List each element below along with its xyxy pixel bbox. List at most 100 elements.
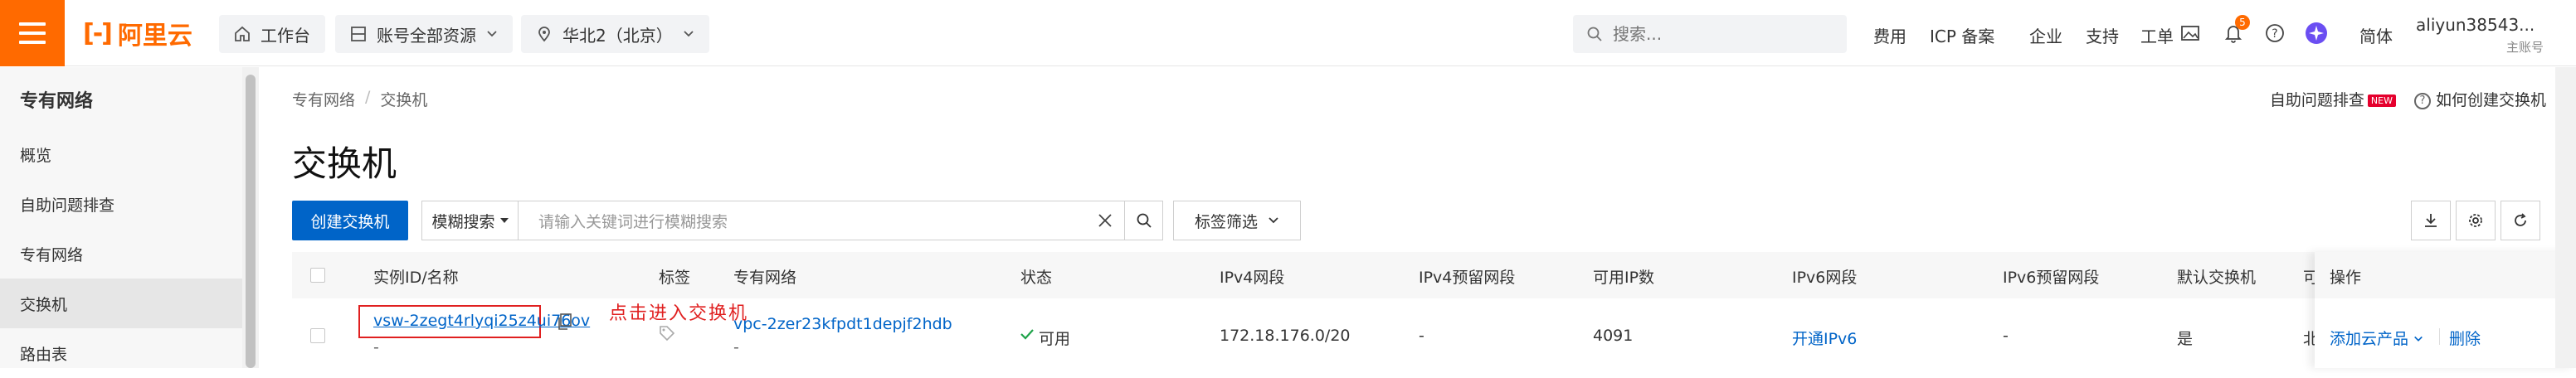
breadcrumb-vswitch: 交换机 [380,91,428,109]
tag-filter-label: 标签筛选 [1194,212,1258,231]
nav-enterprise[interactable]: 企业 [2029,23,2062,47]
aliyun-logo[interactable]: [-] 阿里云 [83,18,192,51]
operations-column: 操作 添加云产品 删除 [2315,252,2576,368]
vswitch-name: - [373,338,379,356]
clear-icon[interactable] [1086,201,1124,240]
troubleshoot-link-label: 自助问题排查 [2269,91,2364,109]
sidebar-title: 专有网络 [20,91,94,112]
svg-text:?: ? [2272,27,2277,41]
tag-filter-dropdown[interactable]: 标签筛选 [1173,201,1301,240]
home-icon [235,26,250,41]
menu-icon[interactable] [0,0,65,66]
nav-support[interactable]: 支持 [2086,23,2119,47]
search-filter-box: 模糊搜索 请输入关键词进行模糊搜索 [421,201,1163,240]
col-header-ipv4-reserved: IPv4预留网段 [1419,269,1516,287]
sidebar-scrollbar-thumb[interactable] [246,75,256,368]
sidebar-item-vswitch[interactable]: 交换机 [0,279,242,328]
user-account-menu[interactable]: aliyun38543... 主账号 [2416,15,2557,56]
annotation-text: 点击进入交换机 [609,303,749,324]
brand-name: 阿里云 [117,22,192,51]
col-header-tags: 标签 [659,269,691,287]
sidebar-item-route-table[interactable]: 路由表 [0,328,242,378]
col-header-ipv4: IPv4网段 [1220,269,1285,287]
new-badge: NEW [2367,94,2396,107]
available-ip-count: 4091 [1593,327,1634,345]
location-icon [538,27,550,42]
page-title: 交换机 [292,143,397,184]
bell-icon[interactable]: 5 [2220,15,2250,46]
delete-link[interactable]: 删除 [2439,327,2481,349]
search-input[interactable] [1613,24,1812,44]
col-header-ipv6-reserved: IPv6预留网段 [2003,269,2100,287]
how-to-create-link[interactable]: ? 如何创建交换机 [2413,88,2546,110]
user-role: 主账号 [2505,40,2544,55]
col-header-id-name: 实例ID/名称 [373,269,459,287]
workbench-button[interactable]: 工作台 [219,15,325,53]
status-text: 可用 [1039,330,1071,348]
sidebar-item-vpc[interactable]: 专有网络 [0,229,242,279]
sidebar-item-troubleshoot[interactable]: 自助问题排查 [0,179,242,229]
ipv6-reserved: - [2003,327,2009,345]
create-vswitch-button[interactable]: 创建交换机 [292,201,408,240]
col-header-default: 默认交换机 [2177,269,2257,287]
breadcrumb: 专有网络 / 交换机 [292,88,427,110]
settings-icon[interactable] [2456,201,2496,240]
help-icon[interactable]: ? [2262,20,2288,46]
enable-ipv6-link[interactable]: 开通IPv6 [1792,327,1857,349]
col-header-actions: 操作 [2330,269,2362,287]
select-all-checkbox[interactable] [310,268,325,283]
region-dropdown[interactable]: 华北2（北京） [521,15,709,53]
aliyun-logo-mark-icon: [-] [83,18,113,48]
nav-billing[interactable]: 费用 [1873,23,1906,47]
troubleshoot-link[interactable]: 自助问题排查 NEW [2270,88,2396,110]
breadcrumb-vpc[interactable]: 专有网络 [292,88,355,110]
filter-type-dropdown[interactable]: 模糊搜索 [422,201,519,240]
col-header-vpc: 专有网络 [733,269,797,287]
row-checkbox[interactable] [310,328,325,343]
resource-scope-label: 账号全部资源 [377,25,476,46]
how-to-create-label: 如何创建交换机 [2435,91,2546,109]
add-cloud-product-label: 添加云产品 [2330,330,2409,348]
image-icon[interactable] [2177,20,2203,46]
chevron-down-icon [487,31,497,37]
resource-scope-dropdown[interactable]: 账号全部资源 [335,15,513,53]
vpc-name: - [733,338,739,356]
page-scrollbar[interactable] [2555,67,2576,368]
refresh-icon[interactable] [2501,201,2540,240]
col-header-ipv6: IPv6网段 [1792,269,1858,287]
top-navigation-bar: [-] 阿里云 工作台 账号全部资源 华北2（北京） 费用 ICP 备案 企业 … [0,0,2576,66]
assistant-icon[interactable] [2303,20,2330,46]
notification-badge: 5 [2235,15,2250,30]
vpc-id-link[interactable]: vpc-2zer23kfpdt1depjf2hdb [733,315,952,333]
workbench-label: 工作台 [261,25,310,46]
caret-down-icon [499,218,509,223]
chevron-down-icon [1269,217,1278,224]
col-header-status: 状态 [1020,269,1053,287]
chevron-down-icon [2414,336,2423,342]
sidebar-item-overview[interactable]: 概览 [0,129,242,179]
keyword-search-input[interactable]: 请输入关键词进行模糊搜索 [519,210,1086,232]
grid-icon [351,27,366,41]
language-switch[interactable]: 简体 [2359,23,2393,47]
nav-icp[interactable]: ICP 备案 [1930,23,1994,47]
breadcrumb-separator: / [365,88,371,106]
download-icon[interactable] [2411,201,2451,240]
col-header-available-ips: 可用IP数 [1593,269,1655,287]
help-links: 自助问题排查 NEW ? 如何创建交换机 [2270,88,2546,110]
tag-icon[interactable] [659,325,675,342]
region-label: 华北2（北京） [562,25,673,46]
search-icon [1587,27,1602,41]
check-icon [1020,329,1034,340]
nav-ticket[interactable]: 工单 [2140,23,2174,47]
user-name: aliyun38543... [2416,15,2535,35]
ipv4-cidr: 172.18.176.0/20 [1220,327,1351,345]
chevron-down-icon [684,31,694,37]
ipv4-reserved: - [1419,327,1424,345]
default-vswitch: 是 [2177,330,2194,348]
copy-icon[interactable] [558,313,572,330]
add-cloud-product-dropdown[interactable]: 添加云产品 [2330,327,2423,349]
filter-type-label: 模糊搜索 [431,212,495,231]
search-icon [1137,213,1152,228]
search-button[interactable] [1124,201,1162,240]
global-search[interactable] [1573,15,1847,53]
